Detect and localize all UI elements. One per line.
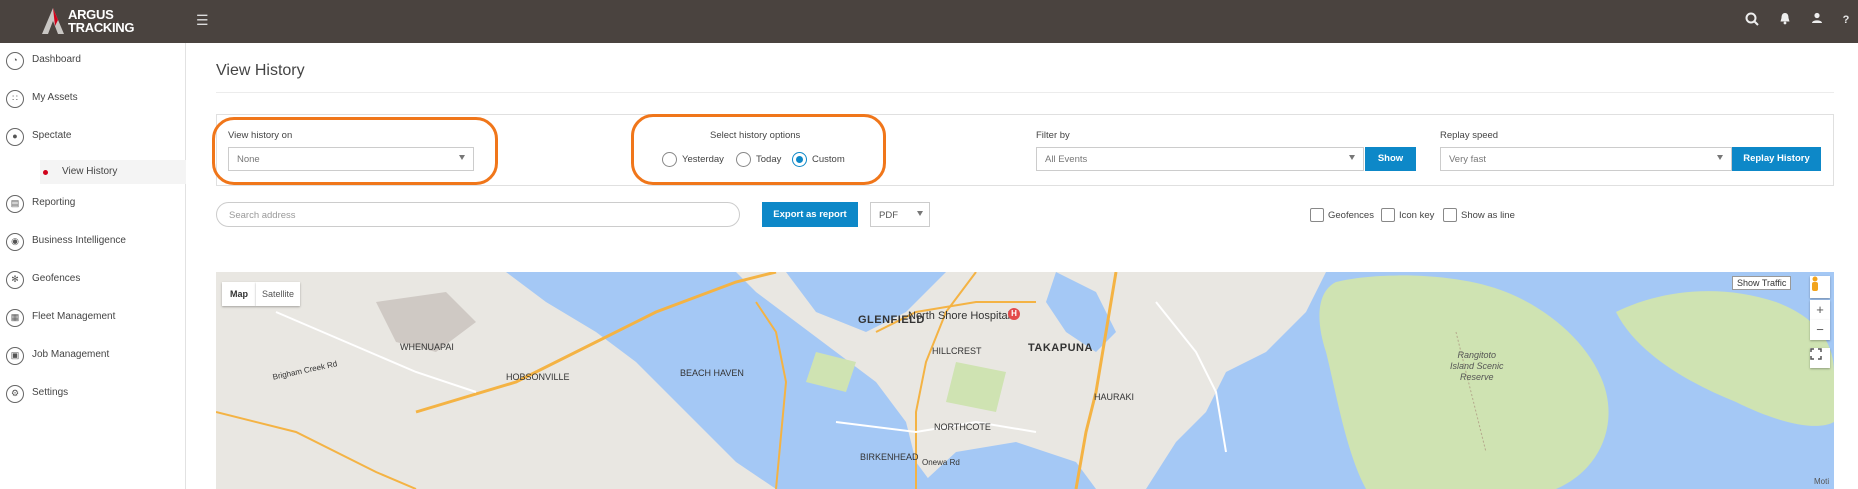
fleet-icon: ▦ — [6, 309, 24, 327]
rangitoto-line3: Reserve — [1460, 372, 1494, 382]
map-attribution: Moti — [1814, 477, 1830, 486]
title-divider — [216, 92, 1834, 93]
map-label-northcote: NORTHCOTE — [934, 422, 991, 432]
replay-speed-value: Very fast — [1449, 154, 1486, 165]
sidebar-item-business-intelligence[interactable]: ◉ Business Intelligence — [0, 229, 186, 257]
gear-icon: ⚙ — [6, 385, 24, 403]
icon-key-checkbox[interactable] — [1381, 208, 1395, 222]
job-icon: ▣ — [6, 347, 24, 365]
map-label-beach-haven: BEACH HAVEN — [680, 368, 744, 378]
icon-key-checkbox-label: Icon key — [1399, 210, 1435, 221]
highlight-history-options — [631, 114, 886, 185]
sidebar-subitem-view-history[interactable]: View History — [40, 160, 186, 184]
logo-text: ARGUS TRACKING — [68, 8, 135, 35]
bell-icon[interactable] — [1777, 12, 1793, 28]
map-label-birkenhead: BIRKENHEAD — [860, 452, 919, 462]
sidebar-item-label: Spectate — [32, 130, 72, 141]
sidebar-item-job-management[interactable]: ▣ Job Management — [0, 343, 186, 371]
map-label-whenuapai: WHENUAPAI — [400, 342, 454, 352]
rangitoto-line2: Island Scenic — [1450, 361, 1504, 371]
map-tab-satellite[interactable]: Satellite — [256, 282, 300, 306]
sidebar-item-label: My Assets — [32, 92, 78, 103]
reporting-icon: ▤ — [6, 195, 24, 213]
sidebar-item-label: Job Management — [32, 349, 110, 360]
sidebar: ◔ Dashboard ∷ My Assets ● Spectate View … — [0, 43, 186, 489]
chevron-down-icon — [1717, 155, 1723, 160]
active-dot — [43, 170, 48, 175]
location-pin-icon: ● — [6, 128, 24, 146]
search-address-input[interactable]: Search address — [216, 202, 740, 227]
filter-by-label: Filter by — [1036, 130, 1070, 141]
map-label-north-shore-hospital: North Shore Hospital — [908, 310, 1011, 322]
highlight-view-history-on — [212, 117, 498, 185]
map-label-hillcrest: HILLCREST — [932, 346, 982, 356]
page-title: View History — [216, 62, 305, 79]
show-as-line-checkbox[interactable] — [1443, 208, 1457, 222]
sidebar-item-my-assets[interactable]: ∷ My Assets — [0, 86, 186, 114]
sidebar-item-spectate[interactable]: ● Spectate — [0, 124, 186, 152]
filter-by-select[interactable]: All Events — [1036, 147, 1364, 171]
assets-icon: ∷ — [6, 90, 24, 108]
replay-speed-label: Replay speed — [1440, 130, 1499, 141]
history-map[interactable]: Map Satellite GLENFIELD North Shore Hosp… — [216, 272, 1834, 489]
logo-mark-icon — [42, 8, 64, 34]
report-format-select[interactable]: PDF — [870, 202, 930, 227]
pegman-icon[interactable] — [1810, 276, 1830, 298]
user-icon[interactable] — [1809, 12, 1825, 28]
sidebar-subitem-label: View History — [62, 166, 118, 177]
sidebar-item-geofences[interactable]: ✻ Geofences — [0, 267, 186, 295]
sidebar-item-settings[interactable]: ⚙ Settings — [0, 381, 186, 409]
top-bar: ARGUS TRACKING ☰ ? — [0, 0, 1858, 43]
search-icon[interactable] — [1744, 12, 1760, 28]
replay-history-button[interactable]: Replay History — [1732, 147, 1821, 171]
sidebar-item-label: Settings — [32, 387, 69, 398]
report-format-value: PDF — [879, 210, 898, 221]
hamburger-menu-icon[interactable]: ☰ — [196, 12, 209, 28]
map-canvas — [216, 272, 1834, 489]
map-label-onewa-rd: Onewa Rd — [922, 458, 960, 467]
sidebar-item-label: Reporting — [32, 197, 76, 208]
sidebar-item-label: Geofences — [32, 273, 81, 284]
chevron-down-icon — [1349, 155, 1355, 160]
argus-logo[interactable]: ARGUS TRACKING — [42, 6, 152, 38]
dashboard-icon: ◔ — [6, 52, 24, 70]
geofence-icon: ✻ — [6, 271, 24, 289]
show-traffic-toggle[interactable]: Show Traffic — [1732, 276, 1792, 290]
sidebar-item-label: Dashboard — [32, 54, 81, 65]
sidebar-item-reporting[interactable]: ▤ Reporting — [0, 191, 186, 219]
map-label-hauraki: HAURAKI — [1094, 392, 1135, 402]
sidebar-item-label: Business Intelligence — [32, 235, 126, 246]
geofences-checkbox-label: Geofences — [1328, 210, 1374, 221]
map-label-rangitoto: Rangitoto Island Scenic Reserve — [1450, 350, 1504, 383]
map-label-hobsonville: HOBSONVILLE — [506, 372, 570, 382]
chevron-down-icon — [917, 211, 923, 216]
zoom-out-button[interactable]: − — [1810, 320, 1830, 340]
export-report-button[interactable]: Export as report — [762, 202, 858, 227]
zoom-in-button[interactable]: + — [1810, 300, 1830, 320]
intelligence-icon: ◉ — [6, 233, 24, 251]
hospital-icon: H — [1008, 308, 1020, 320]
map-label-takapuna: TAKAPUNA — [1028, 342, 1093, 354]
show-as-line-checkbox-label: Show as line — [1461, 210, 1515, 221]
sidebar-item-fleet-management[interactable]: ▦ Fleet Management — [0, 305, 186, 333]
sidebar-item-label: Fleet Management — [32, 311, 116, 322]
logo-line2: TRACKING — [68, 20, 135, 35]
replay-speed-select[interactable]: Very fast — [1440, 147, 1732, 171]
rangitoto-line1: Rangitoto — [1457, 350, 1497, 360]
map-tab-map[interactable]: Map — [222, 282, 256, 306]
filter-by-value: All Events — [1045, 154, 1088, 165]
geofences-checkbox[interactable] — [1310, 208, 1324, 222]
show-button[interactable]: Show — [1365, 147, 1416, 171]
fullscreen-icon[interactable] — [1810, 348, 1830, 368]
help-icon[interactable]: ? — [1838, 12, 1854, 28]
sidebar-item-dashboard[interactable]: ◔ Dashboard — [0, 48, 186, 76]
